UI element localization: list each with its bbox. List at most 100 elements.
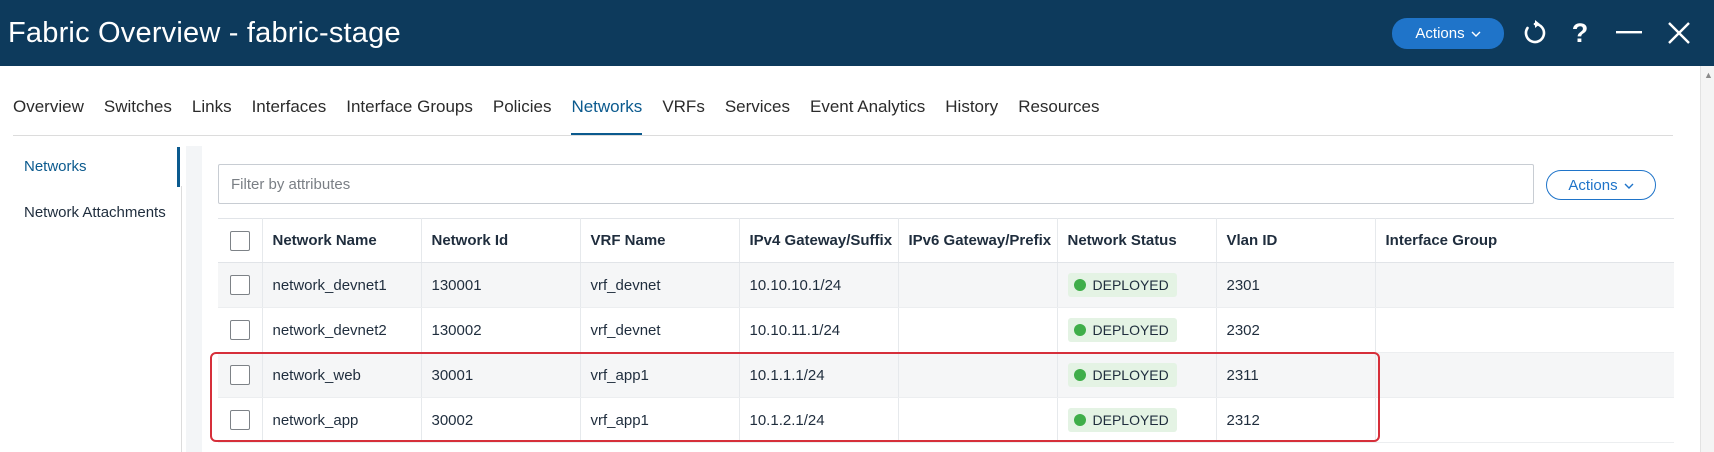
header-actions-label: Actions [1415,24,1465,42]
cell-network-id: 130001 [421,262,581,308]
sidenav-item-networks[interactable]: Networks [0,147,182,185]
status-badge: DEPLOYED [1067,318,1177,342]
actions-label: Actions [1568,176,1618,194]
col-network-name[interactable]: Network Name [262,218,422,263]
cell-ipv6-gateway [898,262,1058,308]
tab-interfaces[interactable]: Interfaces [252,84,327,136]
cell-vlan-id: 2301 [1216,262,1376,308]
cell-interface-group [1375,262,1674,308]
status-text: DEPLOYED [1092,412,1169,428]
cell-network-id: 30001 [421,352,581,398]
chevron-down-icon [1471,25,1481,42]
tabs-divider [13,135,1673,136]
cell-interface-group [1375,352,1674,398]
status-badge: DEPLOYED [1067,273,1177,297]
cell-network-status: DEPLOYED [1057,307,1217,353]
tab-links[interactable]: Links [192,84,232,136]
select-all-checkbox[interactable] [230,230,250,251]
vertical-scrollbar[interactable]: ▲ [1700,66,1714,452]
row-select-cell [218,307,263,353]
title-bar: Fabric Overview - fabric-stage Actions ? [0,0,1714,66]
status-text: DEPLOYED [1092,367,1169,383]
sidenav-divider [181,186,182,452]
scroll-up-icon[interactable]: ▲ [1704,70,1713,80]
tab-overview[interactable]: Overview [13,84,84,136]
header-actions-button[interactable]: Actions [1392,17,1504,49]
cell-network-status: DEPLOYED [1057,262,1217,308]
cell-network-status: DEPLOYED [1057,352,1217,398]
table-row[interactable]: network_app 30002 vrf_app1 10.1.2.1/24 D… [218,397,1674,443]
tab-resources[interactable]: Resources [1018,84,1099,136]
tab-policies[interactable]: Policies [493,84,552,136]
col-network-status[interactable]: Network Status [1057,218,1217,263]
table-row[interactable]: network_devnet2 130002 vrf_devnet 10.10.… [218,307,1674,353]
status-badge: DEPLOYED [1067,363,1177,387]
select-all-cell [218,218,263,263]
col-interface-group[interactable]: Interface Group [1375,218,1674,263]
col-network-id[interactable]: Network Id [421,218,581,263]
cell-vlan-id: 2311 [1216,352,1376,398]
status-dot-icon [1073,369,1086,381]
cell-network-id: 130002 [421,307,581,353]
cell-vlan-id: 2312 [1216,397,1376,443]
tab-interface-groups[interactable]: Interface Groups [346,84,473,136]
help-icon[interactable]: ? [1568,18,1592,49]
cell-vrf-name: vrf_app1 [580,352,740,398]
actions-button[interactable]: Actions [1546,170,1656,200]
cell-ipv4-gateway: 10.10.10.1/24 [739,262,899,308]
cell-network-status: DEPLOYED [1057,397,1217,443]
status-badge: DEPLOYED [1067,408,1177,432]
status-dot-icon [1073,324,1086,336]
cell-ipv6-gateway [898,352,1058,398]
side-nav: Networks Network Attachments [0,136,182,452]
close-icon[interactable] [1664,21,1694,45]
cell-ipv6-gateway [898,397,1058,443]
row-checkbox[interactable] [230,365,250,385]
tab-vrfs[interactable]: VRFs [662,84,705,136]
cell-network-name: network_devnet2 [262,307,422,353]
tab-networks[interactable]: Networks [571,84,643,136]
col-vrf-name[interactable]: VRF Name [580,218,740,263]
cell-ipv4-gateway: 10.1.2.1/24 [739,397,899,443]
tab-services[interactable]: Services [725,84,790,136]
row-checkbox[interactable] [230,275,250,295]
tab-event-analytics[interactable]: Event Analytics [810,84,925,136]
cell-network-id: 30002 [421,397,581,443]
cell-ipv6-gateway [898,307,1058,353]
row-select-cell [218,397,263,443]
cell-network-name: network_web [262,352,422,398]
tab-history[interactable]: History [945,84,998,136]
status-text: DEPLOYED [1092,277,1169,293]
status-dot-icon [1073,414,1086,426]
cell-vlan-id: 2302 [1216,307,1376,353]
row-select-cell [218,262,263,308]
content-area: Actions Network Name Network Id VRF Name… [186,146,1674,452]
sidenav-item-network-attachments[interactable]: Network Attachments [0,193,182,231]
row-select-cell [218,352,263,398]
status-dot-icon [1073,279,1086,291]
fabric-tabs: Overview Switches Links Interfaces Inter… [0,84,1696,136]
col-ipv6-gateway[interactable]: IPv6 Gateway/Prefix [898,218,1058,263]
col-vlan-id[interactable]: Vlan ID [1216,218,1376,263]
cell-ipv4-gateway: 10.1.1.1/24 [739,352,899,398]
col-ipv4-gateway[interactable]: IPv4 Gateway/Suffix [739,218,899,263]
cell-ipv4-gateway: 10.10.11.1/24 [739,307,899,353]
page-title: Fabric Overview - fabric-stage [8,16,401,49]
tab-switches[interactable]: Switches [104,84,172,136]
cell-vrf-name: vrf_devnet [580,262,740,308]
cell-network-name: network_app [262,397,422,443]
filter-input[interactable] [218,164,1534,204]
row-checkbox[interactable] [230,320,250,340]
status-text: DEPLOYED [1092,322,1169,338]
cell-interface-group [1375,397,1674,443]
table-row[interactable]: network_web 30001 vrf_app1 10.1.1.1/24 D… [218,352,1674,398]
header-controls: Actions ? [1392,0,1714,66]
minimize-icon[interactable] [1614,31,1644,35]
cell-vrf-name: vrf_devnet [580,307,740,353]
chevron-down-icon [1624,177,1634,194]
row-checkbox[interactable] [230,410,250,430]
table-row[interactable]: network_devnet1 130001 vrf_devnet 10.10.… [218,262,1674,308]
refresh-icon[interactable] [1518,19,1552,47]
cell-network-name: network_devnet1 [262,262,422,308]
cell-interface-group [1375,307,1674,353]
